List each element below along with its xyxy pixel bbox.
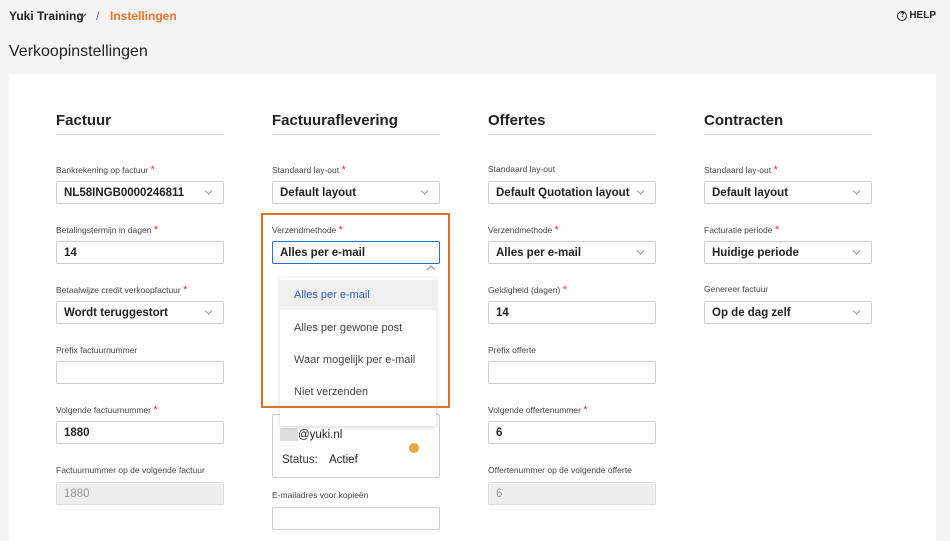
chevron-down-icon xyxy=(420,189,429,195)
chevron-down-icon xyxy=(852,189,861,195)
dropdown-option[interactable]: Alles per gewone post xyxy=(280,313,436,343)
chevron-up-icon[interactable] xyxy=(426,264,436,271)
prefix-offerte-input[interactable] xyxy=(488,361,656,384)
section-title-factuur: Factuur xyxy=(56,112,224,135)
settings-card: Factuur Bankrekening op factuur * NL58IN… xyxy=(9,74,936,541)
factuurnummer-volgende-field: 1880 xyxy=(56,482,224,505)
label-geldigheid: Geldigheid (dagen) * xyxy=(488,284,567,296)
verzendmethode-offerte-select[interactable]: Alles per e-mail xyxy=(488,241,656,264)
chevron-down-icon xyxy=(204,189,213,195)
bankrekening-select[interactable]: NL58INGB0000246811 xyxy=(56,181,224,204)
label-bankrekening: Bankrekening op factuur * xyxy=(56,164,155,176)
betalingstermijn-input[interactable]: 14 xyxy=(56,241,224,264)
kopie-email-input[interactable] xyxy=(272,507,440,530)
layout-offerte-select[interactable]: Default Quotation layout xyxy=(488,181,656,204)
label-verzendmethode-factuur: Verzendmethode * xyxy=(272,224,343,236)
dropdown-option[interactable]: Alles per e-mail xyxy=(280,280,436,310)
breadcrumb-current[interactable]: Instellingen xyxy=(110,9,177,23)
dropdown-option[interactable]: Waar mogelijk per e-mail xyxy=(280,345,436,375)
status-dot xyxy=(409,443,419,453)
label-kopie-email: E-mailadres voor kopieën xyxy=(272,490,369,500)
chevron-down-icon[interactable] xyxy=(78,11,87,20)
volgende-factuurnummer-input[interactable]: 1880 xyxy=(56,421,224,444)
chevron-down-icon xyxy=(636,249,645,255)
dropdown-option[interactable]: Niet verzenden xyxy=(280,377,436,407)
layout-factuur-select[interactable]: Default layout xyxy=(272,181,440,204)
facturatie-periode-select[interactable]: Huidige periode xyxy=(704,241,872,264)
status-value: Actief xyxy=(329,454,358,466)
genereer-factuur-select[interactable]: Op de dag zelf xyxy=(704,301,872,324)
label-facturatie-periode: Facturatie periode * xyxy=(704,224,780,236)
help-button[interactable]: ? HELP xyxy=(897,10,936,21)
label-offertenummer-volgende: Offertenummer op de volgende offerte xyxy=(488,465,632,475)
prefix-factuur-input[interactable] xyxy=(56,361,224,384)
verzendmethode-dropdown-menu: Alles per e-mail Alles per gewone post W… xyxy=(280,278,436,426)
section-title-contracten: Contracten xyxy=(704,112,872,135)
label-verzendmethode-offerte: Verzendmethode * xyxy=(488,224,559,236)
label-prefix-offerte: Prefix offerte xyxy=(488,345,537,355)
redacted-mask xyxy=(280,428,298,441)
chevron-down-icon xyxy=(852,309,861,315)
label-genereer-factuur: Genereer factuur xyxy=(704,284,769,294)
label-betaalwijze: Betaalwijze credit verkoopfactuur * xyxy=(56,284,188,296)
breadcrumb-app[interactable]: Yuki Training xyxy=(9,9,84,23)
geldigheid-input[interactable]: 14 xyxy=(488,301,656,324)
chevron-down-icon xyxy=(204,309,213,315)
offertenummer-volgende-field: 6 xyxy=(488,482,656,505)
volgende-offertenummer-input[interactable]: 6 xyxy=(488,421,656,444)
verzendmethode-factuur-select[interactable]: Alles per e-mail xyxy=(272,241,440,264)
chevron-down-icon xyxy=(852,249,861,255)
label-layout-contract: Standaard lay-out * xyxy=(704,164,778,176)
question-circle-icon: ? xyxy=(897,10,908,21)
page-title: Verkoopinstellingen xyxy=(9,43,148,60)
section-title-offertes: Offertes xyxy=(488,112,656,135)
label-volgende-offertenummer: Volgende offertenummer * xyxy=(488,404,588,416)
section-title-factuuraflevering: Factuuraflevering xyxy=(272,112,440,135)
top-bar: Yuki Training / Instellingen ? HELP xyxy=(0,0,950,32)
chevron-down-icon xyxy=(636,189,645,195)
label-factuurnummer-volgende: Factuurnummer op de volgende factuur xyxy=(56,465,205,475)
email-address: @yuki.nl xyxy=(298,429,343,441)
layout-contract-select[interactable]: Default layout xyxy=(704,181,872,204)
status-label: Status: xyxy=(282,454,318,466)
help-label: HELP xyxy=(909,10,936,21)
label-prefix-factuur: Prefix factuurnummer xyxy=(56,345,138,355)
betaalwijze-select[interactable]: Wordt teruggestort xyxy=(56,301,224,324)
label-layout-offerte: Standaard lay-out xyxy=(488,164,556,174)
label-volgende-factuurnummer: Volgende factuurnummer * xyxy=(56,404,158,416)
label-layout-factuur: Standaard lay-out * xyxy=(272,164,346,176)
label-betalingstermijn: Betalingstermijn in dagen * xyxy=(56,224,159,236)
breadcrumb-separator: / xyxy=(96,9,100,23)
